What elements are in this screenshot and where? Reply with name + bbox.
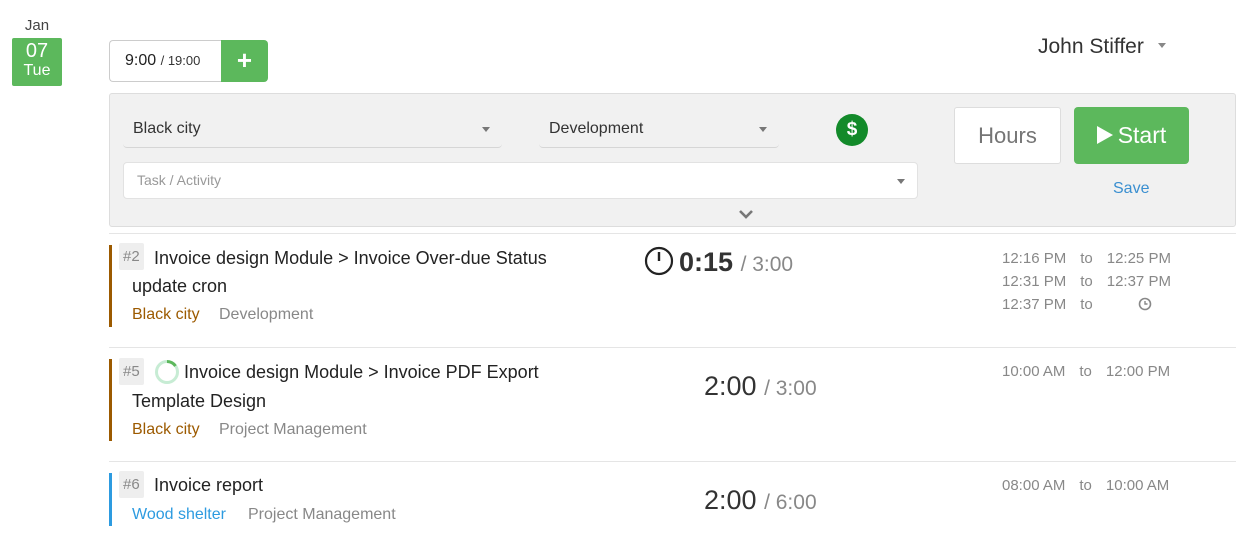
progress-spinner-icon: [155, 360, 179, 384]
time-end: 10:00 AM: [1105, 477, 1170, 494]
chevron-down-icon: [482, 127, 490, 132]
duration-estimate: / 6:00: [764, 491, 817, 514]
hours-input[interactable]: [954, 107, 1061, 164]
add-entry-button[interactable]: +: [221, 40, 268, 82]
entry-title[interactable]: Invoice report: [154, 471, 263, 499]
time-range[interactable]: 10:00 AM to 12:00 PM: [1002, 363, 1170, 380]
time-to: to: [1080, 250, 1093, 267]
entry-category: Project Management: [219, 421, 367, 438]
task-select[interactable]: Task / Activity: [123, 162, 918, 199]
entry-project[interactable]: Wood shelter: [132, 506, 226, 524]
entry-duration: 2:00 / 3:00: [704, 371, 817, 402]
time-range[interactable]: 12:16 PM to 12:25 PM: [1002, 250, 1171, 267]
duration-estimate: / 3:00: [740, 253, 794, 276]
entry-title[interactable]: Invoice design Module > Invoice Over-due…: [154, 244, 547, 272]
time-start: 12:31 PM: [1002, 273, 1067, 290]
time-range-running[interactable]: 12:37 PM to: [1002, 296, 1107, 313]
time-start: 10:00 AM: [1002, 363, 1066, 380]
worked-time: 9:00: [125, 52, 157, 69]
entry-category: Project Management: [248, 506, 396, 523]
entry-duration: 0:15 / 3:00: [679, 247, 793, 278]
time-start: 12:16 PM: [1002, 250, 1067, 267]
time-end: 12:25 PM: [1106, 250, 1171, 267]
date-month: Jan: [24, 17, 50, 34]
divider: [109, 347, 1236, 348]
start-button[interactable]: Start: [1074, 107, 1189, 164]
time-range[interactable]: 12:31 PM to 12:37 PM: [1002, 273, 1171, 290]
entry-number: #6: [119, 471, 144, 498]
stopwatch-icon[interactable]: [644, 246, 674, 276]
entry-title-continued[interactable]: update cron: [132, 272, 227, 300]
chevron-down-icon: [897, 179, 905, 184]
time-to: to: [1079, 477, 1092, 494]
time-to: to: [1079, 363, 1092, 380]
entry-category: Development: [219, 306, 314, 323]
category-select[interactable]: Development: [539, 110, 779, 148]
billable-toggle[interactable]: $: [836, 114, 868, 146]
project-select-value: Black city: [133, 120, 201, 137]
play-icon: [1096, 125, 1113, 144]
entry-duration: 2:00 / 6:00: [704, 485, 817, 516]
entry-form: Black city Development $ Task / Activity…: [109, 93, 1236, 227]
date-badge[interactable]: 07 Tue: [12, 38, 62, 86]
entry-title[interactable]: Invoice design Module > Invoice PDF Expo…: [184, 358, 539, 386]
entry-number: #5: [119, 358, 144, 385]
user-name: John Stiffer: [1038, 35, 1144, 58]
duration-value: 2:00: [704, 371, 757, 401]
entry-number: #2: [119, 243, 144, 270]
entry-color-bar: [109, 245, 112, 327]
expand-chevron-icon[interactable]: [738, 208, 754, 220]
project-select[interactable]: Black city: [123, 110, 502, 148]
duration-estimate: / 3:00: [764, 377, 817, 400]
entry-project[interactable]: Black city: [132, 306, 200, 324]
dollar-icon: $: [846, 119, 858, 140]
divider: [109, 461, 1236, 462]
time-to: to: [1080, 273, 1093, 290]
total-time: / 19:00: [160, 53, 201, 68]
task-placeholder: Task / Activity: [137, 172, 222, 188]
save-link[interactable]: Save: [1113, 180, 1149, 198]
time-end: 12:00 PM: [1105, 363, 1171, 380]
clock-icon: [1138, 297, 1152, 311]
date-day: 07: [25, 40, 49, 62]
entry-color-bar: [109, 359, 112, 441]
chevron-down-icon: [1157, 42, 1166, 48]
chevron-down-icon: [759, 127, 767, 132]
start-label: Start: [1117, 122, 1167, 148]
date-weekday: Tue: [23, 62, 51, 79]
user-menu[interactable]: John Stiffer: [1038, 35, 1166, 59]
time-start: 12:37 PM: [1002, 296, 1067, 313]
entry-color-bar: [109, 473, 112, 526]
entry-project[interactable]: Black city: [132, 421, 200, 439]
time-summary: 9:00 / 19:00: [109, 40, 222, 82]
time-end: 12:37 PM: [1106, 273, 1171, 290]
time-start: 08:00 AM: [1002, 477, 1066, 494]
duration-value: 2:00: [704, 485, 757, 515]
duration-value: 0:15: [679, 247, 734, 277]
time-range[interactable]: 08:00 AM to 10:00 AM: [1002, 477, 1169, 494]
time-to: to: [1080, 296, 1093, 313]
entry-title-continued[interactable]: Template Design: [132, 387, 266, 415]
divider: [109, 233, 1236, 234]
category-select-value: Development: [549, 120, 644, 137]
